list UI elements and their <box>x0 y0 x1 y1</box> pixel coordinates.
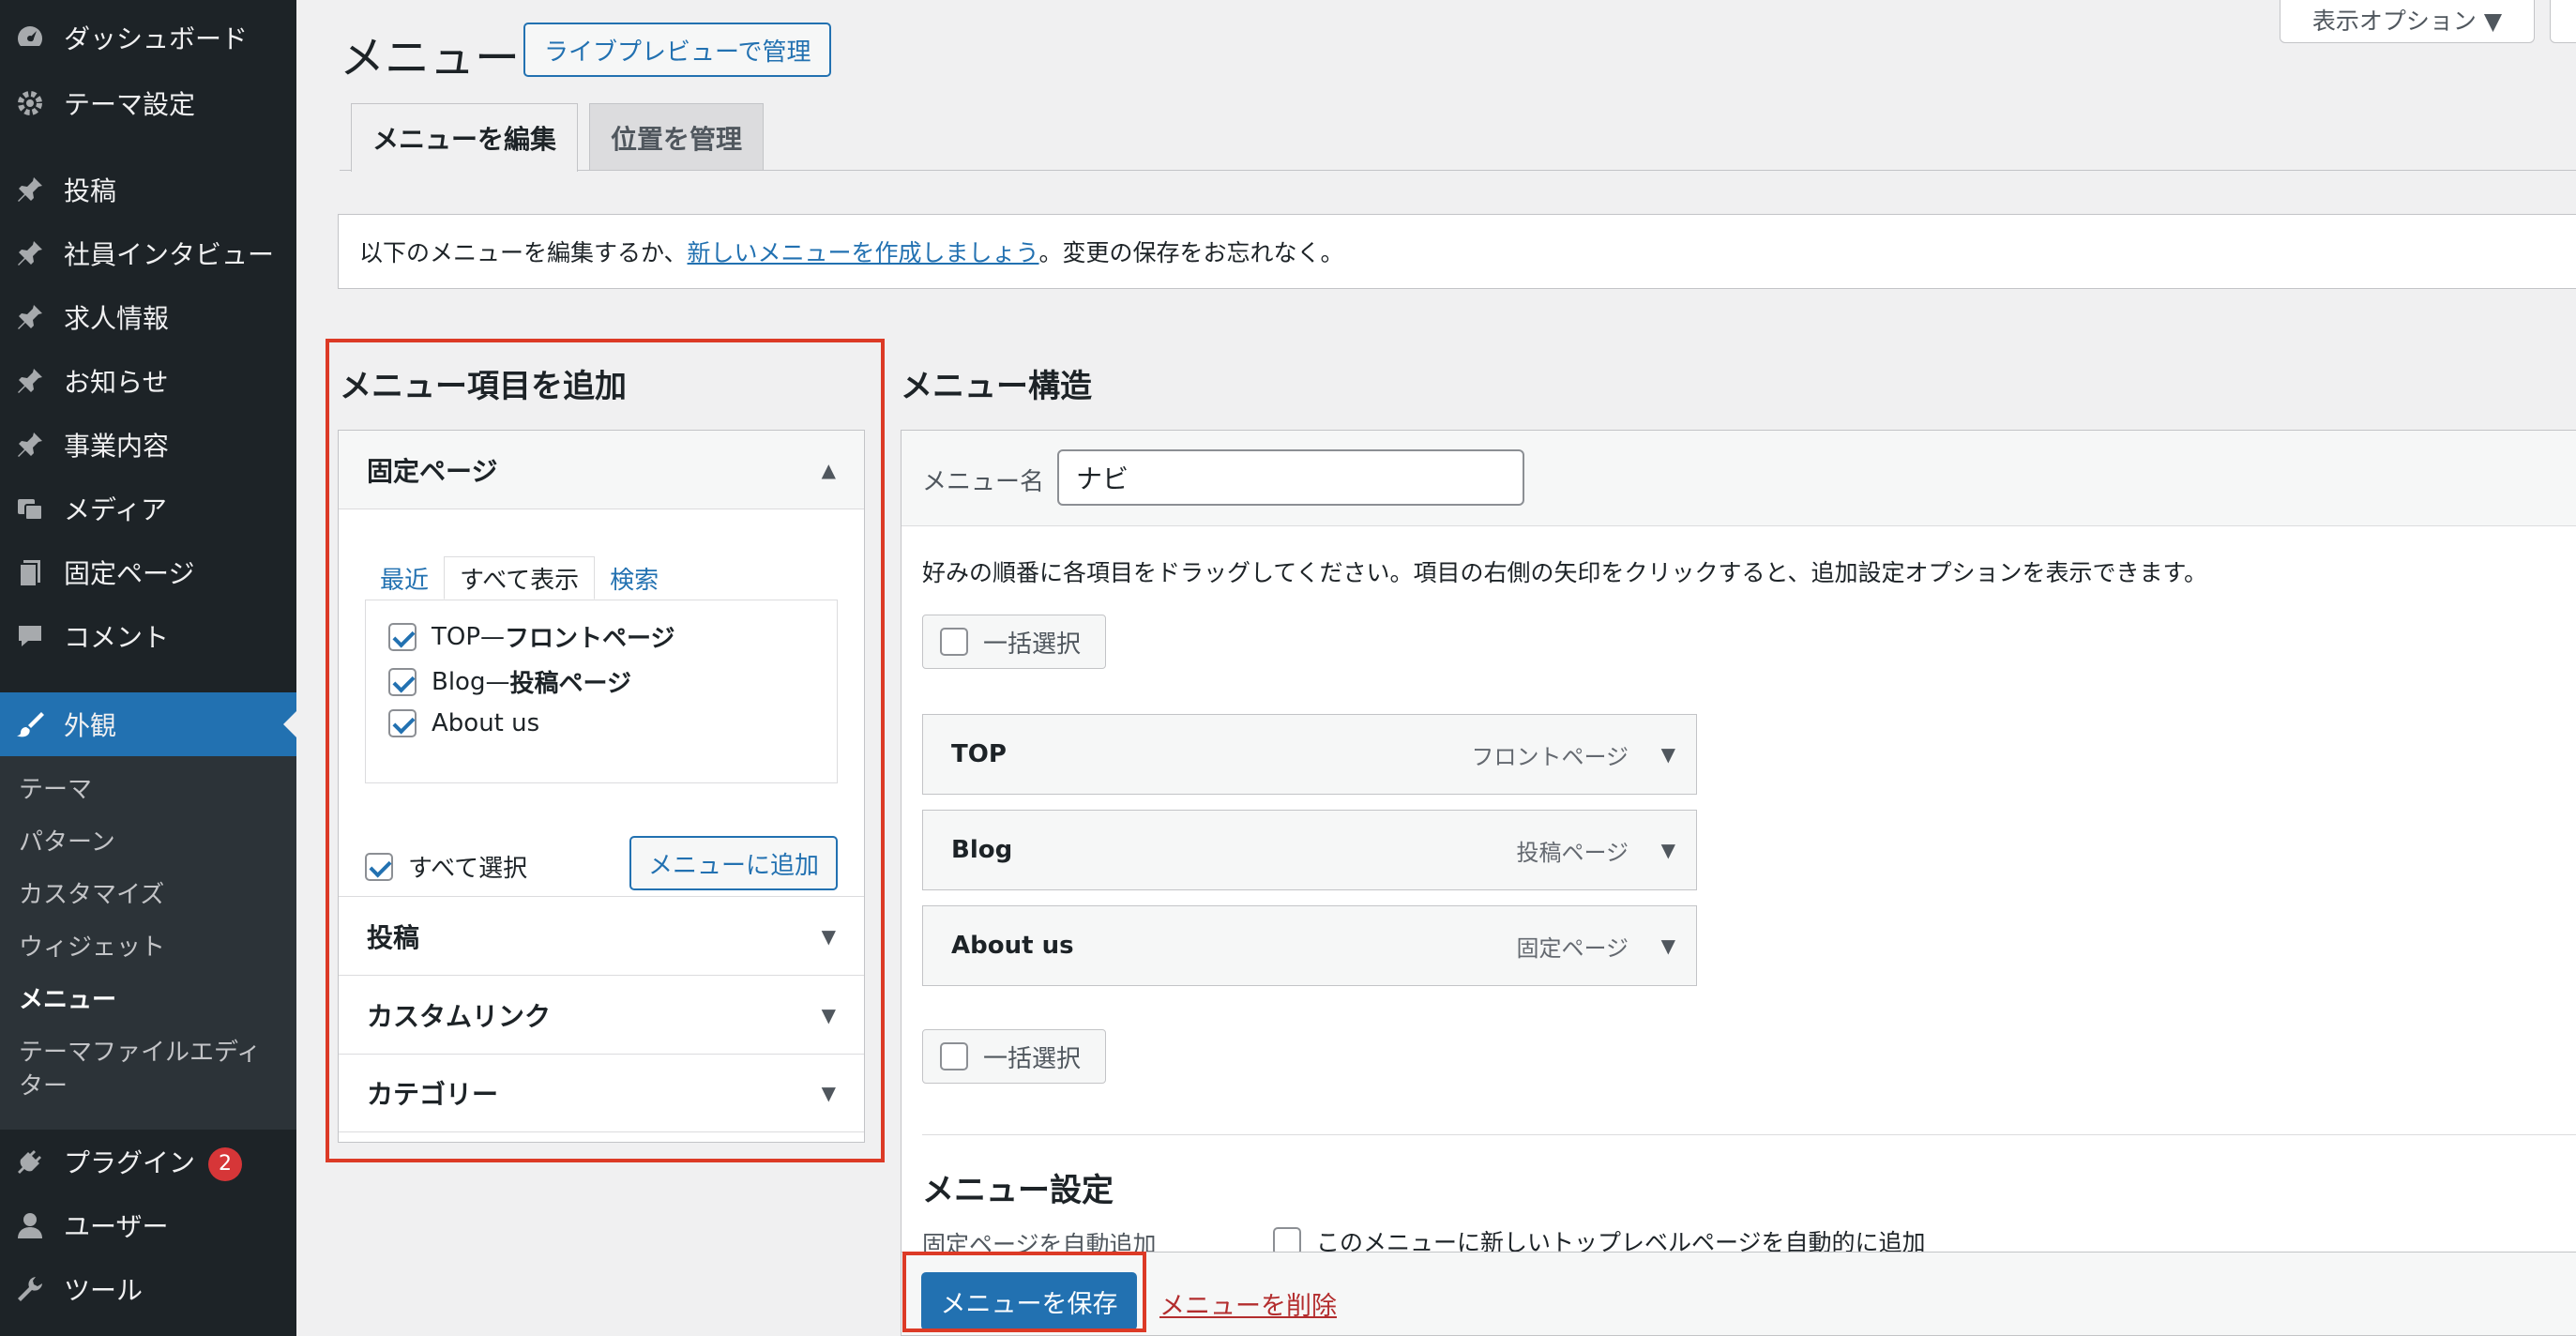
pin-icon <box>13 428 47 462</box>
bulk-select-label: 一括選択 <box>983 1044 1082 1073</box>
sidebar-item-interviews[interactable]: 社員インタビュー <box>0 221 296 285</box>
sidebar-item-media[interactable]: メディア <box>0 477 296 540</box>
menu-item-title: Blog <box>951 836 1013 864</box>
sidebar-item-label: 事業内容 <box>64 431 170 462</box>
media-icon <box>13 492 47 525</box>
sidebar-item-label: 投稿 <box>64 175 117 206</box>
sidebar-item-news[interactable]: お知らせ <box>0 349 296 413</box>
plugin-icon <box>13 1145 47 1178</box>
page-icon <box>13 555 47 589</box>
submenu-item-patterns[interactable]: パターン <box>19 826 115 859</box>
menu-item-type: 投稿ページ <box>1516 839 1629 866</box>
tab-edit-menus[interactable]: メニューを編集 <box>351 103 579 172</box>
sidebar-item-pages[interactable]: 固定ページ <box>0 540 296 604</box>
highlight-box <box>326 339 885 1162</box>
bulk-select-top[interactable]: 一括選択 <box>922 615 1106 669</box>
appearance-submenu: テーマ パターン カスタマイズ ウィジェット メニュー テーマファイルエディ タ… <box>0 756 296 1130</box>
pin-icon <box>13 364 47 398</box>
notice-text-end: 。変更の保存をお忘れなく。 <box>1038 239 1344 266</box>
sidebar-item-label-text: プラグイン <box>64 1146 196 1178</box>
menu-item-top[interactable]: TOP フロントページ ▼ <box>922 714 1697 795</box>
submenu-item-theme-editor-cont[interactable]: ター <box>19 1070 68 1103</box>
delete-menu-link[interactable]: メニューを削除 <box>1159 1285 1337 1322</box>
menu-item-about[interactable]: About us 固定ページ ▼ <box>922 905 1697 986</box>
sidebar-item-plugins[interactable]: プラグイン 2 <box>0 1130 296 1193</box>
menu-item-type: 固定ページ <box>1516 934 1629 962</box>
pin-icon <box>13 236 47 270</box>
page-title: メニュー <box>340 32 521 84</box>
divider <box>922 1134 2576 1135</box>
comment-icon <box>13 619 47 653</box>
sidebar-item-tools[interactable]: ツール <box>0 1257 296 1321</box>
wrench-icon <box>13 1272 47 1306</box>
menu-item-type: フロントページ <box>1471 743 1629 770</box>
sidebar-item-label: 求人情報 <box>64 303 170 334</box>
sidebar-item-label: メディア <box>64 494 168 525</box>
user-icon <box>13 1208 47 1242</box>
tab-manage-locations[interactable]: 位置を管理 <box>589 103 765 171</box>
menu-name-bar: メニュー名 ナビ <box>902 431 2576 526</box>
sidebar-item-label: コメント <box>64 622 170 653</box>
menu-instructions: 好みの順番に各項目をドラッグしてください。項目の右側の矢印をクリックすると、追加… <box>922 559 2208 586</box>
create-new-menu-link[interactable]: 新しいメニューを作成しましょう <box>688 235 1039 268</box>
menu-name-input[interactable]: ナビ <box>1057 449 1524 506</box>
pin-icon <box>13 173 47 206</box>
sidebar-item-business[interactable]: 事業内容 <box>0 413 296 477</box>
sidebar-item-appearance[interactable]: 外観 <box>0 692 296 756</box>
submenu-item-themes[interactable]: テーマ <box>19 773 92 807</box>
sidebar-item-label: テーマ設定 <box>64 89 196 120</box>
sidebar-item-label: ツール <box>64 1275 144 1306</box>
pin-icon <box>13 300 47 334</box>
sidebar-item-label: プラグイン 2 <box>64 1143 243 1181</box>
sidebar-item-label: 外観 <box>64 710 117 741</box>
menu-name-label: メニュー名 <box>922 468 1045 496</box>
sidebar-item-posts[interactable]: 投稿 <box>0 158 296 221</box>
chevron-down-icon[interactable]: ▼ <box>1661 839 1675 861</box>
sidebar-item-comments[interactable]: コメント <box>0 604 296 668</box>
menu-settings-title: メニュー設定 <box>922 1172 1114 1209</box>
menu-structure-title: メニュー構造 <box>901 368 1092 405</box>
menu-item-title: TOP <box>951 740 1007 768</box>
sidebar-item-label: 固定ページ <box>64 558 195 589</box>
dashboard-icon <box>13 21 47 54</box>
highlight-box <box>902 1252 1146 1332</box>
notice-text: 以下のメニューを編集するか、 <box>359 239 688 266</box>
tab-divider <box>340 170 2576 171</box>
gear-icon <box>13 86 47 120</box>
admin-sidebar: ダッシュボード テーマ設定 投稿 社員インタビュー 求人情報 お知らせ 事業内容… <box>0 0 296 1336</box>
manage-menus-notice: 以下のメニューを編集するか、 新しいメニューを作成しましょう 。変更の保存をお忘… <box>338 214 2576 289</box>
submenu-item-widgets[interactable]: ウィジェット <box>19 931 165 964</box>
menu-item-title: About us <box>951 932 1074 960</box>
sidebar-item-jobs[interactable]: 求人情報 <box>0 285 296 349</box>
sidebar-item-label: ユーザー <box>64 1211 169 1242</box>
sidebar-item-theme-settings[interactable]: テーマ設定 <box>0 71 296 135</box>
bulk-select-bottom[interactable]: 一括選択 <box>922 1029 1106 1084</box>
screen-options-button[interactable]: 表示オプション ▼ <box>2280 0 2535 43</box>
live-preview-button[interactable]: ライブプレビューで管理 <box>523 23 832 77</box>
chevron-down-icon[interactable]: ▼ <box>1661 934 1675 957</box>
menu-structure-panel: メニュー名 ナビ 好みの順番に各項目をドラッグしてください。項目の右側の矢印をク… <box>901 430 2576 1258</box>
sidebar-item-users[interactable]: ユーザー <box>0 1193 296 1257</box>
submenu-item-menus[interactable]: メニュー <box>19 983 116 1017</box>
bulk-select-checkbox[interactable] <box>940 1042 968 1070</box>
menu-item-blog[interactable]: Blog 投稿ページ ▼ <box>922 810 1697 890</box>
help-tab-button[interactable] <box>2550 0 2576 43</box>
sidebar-item-label: 社員インタビュー <box>64 239 275 270</box>
brush-icon <box>13 707 47 741</box>
bulk-select-label: 一括選択 <box>983 630 1082 659</box>
chevron-down-icon[interactable]: ▼ <box>1661 743 1675 766</box>
save-bar <box>901 1252 2576 1336</box>
submenu-item-customize[interactable]: カスタマイズ <box>19 878 164 912</box>
sidebar-item-label: お知らせ <box>64 367 169 398</box>
submenu-item-theme-editor[interactable]: テーマファイルエディ <box>19 1036 261 1070</box>
update-count-badge: 2 <box>208 1146 243 1181</box>
sidebar-item-dashboard[interactable]: ダッシュボード <box>0 6 296 69</box>
sidebar-item-label: ダッシュボード <box>64 23 249 54</box>
bulk-select-checkbox[interactable] <box>940 628 968 656</box>
